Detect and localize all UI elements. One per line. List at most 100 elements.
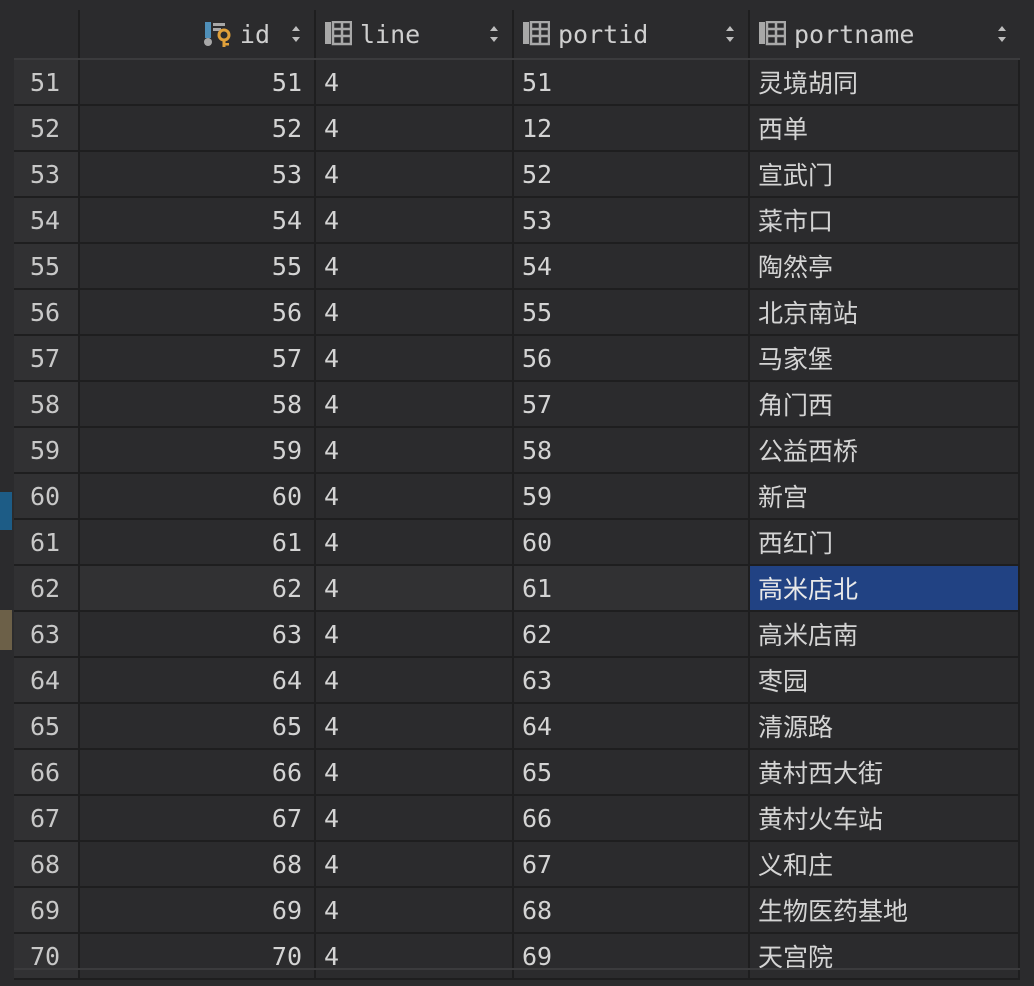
- cell-id[interactable]: 51: [80, 60, 316, 106]
- cell-line[interactable]: 4: [316, 520, 514, 566]
- table-row[interactable]: 59 59 4 58 公益西桥: [14, 428, 1020, 474]
- cell-id[interactable]: 65: [80, 704, 316, 750]
- header-portid[interactable]: portid: [514, 10, 750, 58]
- cell-line[interactable]: 4: [316, 796, 514, 842]
- cell-line[interactable]: 4: [316, 612, 514, 658]
- table-row[interactable]: 56 56 4 55 北京南站: [14, 290, 1020, 336]
- row-number[interactable]: 55: [14, 244, 80, 290]
- header-id[interactable]: id: [80, 10, 316, 58]
- cell-line[interactable]: 4: [316, 658, 514, 704]
- cell-portname[interactable]: 角门西: [750, 382, 1020, 428]
- header-line[interactable]: line: [316, 10, 514, 58]
- row-number[interactable]: 62: [14, 566, 80, 612]
- row-number[interactable]: 66: [14, 750, 80, 796]
- cell-portid[interactable]: 62: [514, 612, 750, 658]
- table-row[interactable]: 58 58 4 57 角门西: [14, 382, 1020, 428]
- sort-icon[interactable]: [724, 23, 736, 45]
- row-number[interactable]: 68: [14, 842, 80, 888]
- cell-portid[interactable]: 59: [514, 474, 750, 520]
- cell-id[interactable]: 70: [80, 934, 316, 980]
- cell-line[interactable]: 4: [316, 842, 514, 888]
- cell-line[interactable]: 4: [316, 106, 514, 152]
- cell-id[interactable]: 68: [80, 842, 316, 888]
- row-number[interactable]: 60: [14, 474, 80, 520]
- cell-portid[interactable]: 64: [514, 704, 750, 750]
- cell-portname[interactable]: 黄村火车站: [750, 796, 1020, 842]
- cell-id[interactable]: 67: [80, 796, 316, 842]
- cell-line[interactable]: 4: [316, 428, 514, 474]
- table-row[interactable]: 57 57 4 56 马家堡: [14, 336, 1020, 382]
- cell-portid[interactable]: 57: [514, 382, 750, 428]
- cell-id[interactable]: 53: [80, 152, 316, 198]
- cell-portname[interactable]: 北京南站: [750, 290, 1020, 336]
- table-row[interactable]: 53 53 4 52 宣武门: [14, 152, 1020, 198]
- table-row[interactable]: 55 55 4 54 陶然亭: [14, 244, 1020, 290]
- cell-line[interactable]: 4: [316, 474, 514, 520]
- row-number[interactable]: 65: [14, 704, 80, 750]
- cell-portid[interactable]: 58: [514, 428, 750, 474]
- row-number[interactable]: 69: [14, 888, 80, 934]
- sort-icon[interactable]: [488, 23, 500, 45]
- row-number[interactable]: 57: [14, 336, 80, 382]
- row-number[interactable]: 64: [14, 658, 80, 704]
- cell-portname[interactable]: 清源路: [750, 704, 1020, 750]
- cell-portname[interactable]: 义和庄: [750, 842, 1020, 888]
- cell-line[interactable]: 4: [316, 60, 514, 106]
- cell-portid[interactable]: 52: [514, 152, 750, 198]
- cell-id[interactable]: 61: [80, 520, 316, 566]
- table-row[interactable]: 65 65 4 64 清源路: [14, 704, 1020, 750]
- cell-id[interactable]: 54: [80, 198, 316, 244]
- cell-portid[interactable]: 12: [514, 106, 750, 152]
- cell-portname[interactable]: 黄村西大街: [750, 750, 1020, 796]
- cell-portid[interactable]: 54: [514, 244, 750, 290]
- row-number[interactable]: 54: [14, 198, 80, 244]
- cell-portname[interactable]: 灵境胡同: [750, 60, 1020, 106]
- table-row[interactable]: 63 63 4 62 高米店南: [14, 612, 1020, 658]
- cell-portname[interactable]: 新宫: [750, 474, 1020, 520]
- cell-id[interactable]: 63: [80, 612, 316, 658]
- cell-portname[interactable]: 高米店南: [750, 612, 1020, 658]
- header-portname[interactable]: portname: [750, 10, 1020, 58]
- table-row[interactable]: 52 52 4 12 西单: [14, 106, 1020, 152]
- cell-portname[interactable]: 马家堡: [750, 336, 1020, 382]
- cell-portid[interactable]: 53: [514, 198, 750, 244]
- cell-portid[interactable]: 63: [514, 658, 750, 704]
- row-number[interactable]: 70: [14, 934, 80, 980]
- cell-id[interactable]: 55: [80, 244, 316, 290]
- row-number[interactable]: 53: [14, 152, 80, 198]
- table-row[interactable]: 70 70 4 69 天宫院: [14, 934, 1020, 980]
- table-row[interactable]: 51 51 4 51 灵境胡同: [14, 60, 1020, 106]
- cell-line[interactable]: 4: [316, 888, 514, 934]
- cell-id[interactable]: 66: [80, 750, 316, 796]
- cell-portname[interactable]: 菜市口: [750, 198, 1020, 244]
- cell-portname[interactable]: 生物医药基地: [750, 888, 1020, 934]
- cell-portname[interactable]: 枣园: [750, 658, 1020, 704]
- cell-portid[interactable]: 69: [514, 934, 750, 980]
- cell-line[interactable]: 4: [316, 244, 514, 290]
- cell-id[interactable]: 69: [80, 888, 316, 934]
- table-row[interactable]: 67 67 4 66 黄村火车站: [14, 796, 1020, 842]
- sort-icon[interactable]: [290, 23, 302, 45]
- cell-portid[interactable]: 56: [514, 336, 750, 382]
- cell-line[interactable]: 4: [316, 566, 514, 612]
- row-number[interactable]: 52: [14, 106, 80, 152]
- sort-icon[interactable]: [996, 23, 1008, 45]
- table-row[interactable]: 60 60 4 59 新宫: [14, 474, 1020, 520]
- table-row[interactable]: 54 54 4 53 菜市口: [14, 198, 1020, 244]
- cell-portid[interactable]: 68: [514, 888, 750, 934]
- cell-portname[interactable]: 高米店北: [750, 566, 1020, 612]
- cell-line[interactable]: 4: [316, 290, 514, 336]
- cell-line[interactable]: 4: [316, 704, 514, 750]
- cell-line[interactable]: 4: [316, 750, 514, 796]
- cell-line[interactable]: 4: [316, 934, 514, 980]
- cell-id[interactable]: 59: [80, 428, 316, 474]
- table-row[interactable]: 61 61 4 60 西红门: [14, 520, 1020, 566]
- cell-line[interactable]: 4: [316, 198, 514, 244]
- cell-portname[interactable]: 天宫院: [750, 934, 1020, 980]
- row-number[interactable]: 51: [14, 60, 80, 106]
- cell-id[interactable]: 64: [80, 658, 316, 704]
- cell-line[interactable]: 4: [316, 336, 514, 382]
- row-number[interactable]: 67: [14, 796, 80, 842]
- cell-id[interactable]: 52: [80, 106, 316, 152]
- cell-portname[interactable]: 陶然亭: [750, 244, 1020, 290]
